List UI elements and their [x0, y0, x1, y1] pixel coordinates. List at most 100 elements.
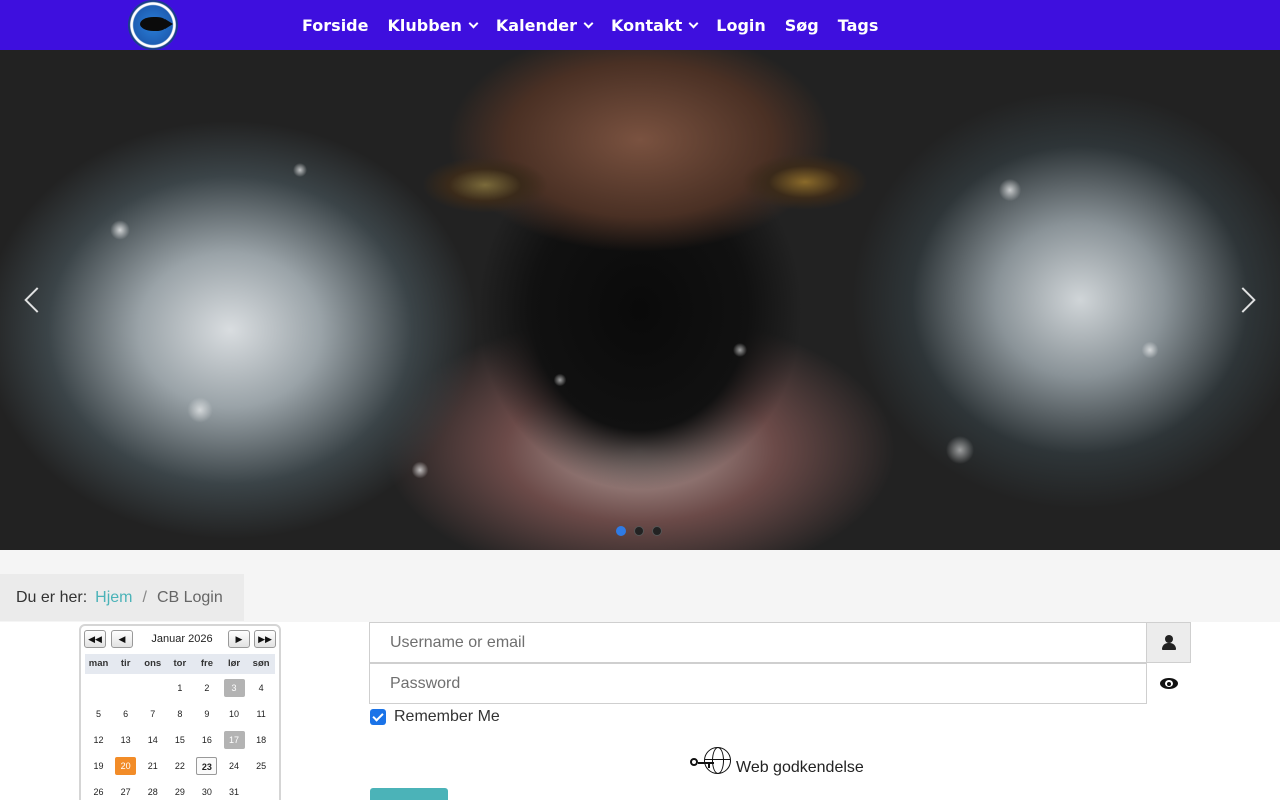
- calendar-day[interactable]: 27: [112, 783, 139, 800]
- carousel-prev-button[interactable]: [18, 286, 50, 314]
- calendar-day-number: 12: [93, 735, 104, 745]
- next-year-button[interactable]: ▶▶: [254, 630, 276, 648]
- nav-item-tags[interactable]: Tags: [838, 16, 879, 35]
- calendar-day[interactable]: 22: [166, 757, 193, 775]
- calendar-day[interactable]: 25: [248, 757, 275, 775]
- login-button[interactable]: LOG IN: [370, 788, 448, 800]
- carousel-indicators: [616, 526, 670, 536]
- remember-me-checkbox[interactable]: [370, 709, 386, 725]
- calendar-day-number: 28: [147, 787, 158, 797]
- carousel-next-button[interactable]: [1230, 286, 1262, 314]
- calendar-day[interactable]: 4: [248, 679, 275, 697]
- calendar-day-number: 20: [115, 757, 137, 775]
- nav-item-login[interactable]: Login: [716, 16, 766, 35]
- calendar-week-row: 1 2 3 4: [85, 675, 275, 701]
- main-nav: Forside Klubben Kalender Kontakt Login S…: [302, 0, 897, 50]
- calendar-day-number: 4: [258, 683, 264, 693]
- web-authentication-label: Web godkendelse: [736, 759, 864, 776]
- weekday-label: ons: [144, 658, 162, 669]
- calendar-day[interactable]: 2: [193, 679, 220, 697]
- nav-label: Tags: [837, 15, 879, 35]
- chevron-right-icon: [1230, 287, 1256, 313]
- calendar-day[interactable]: 29: [166, 783, 193, 800]
- show-password-icon[interactable]: [1159, 675, 1179, 691]
- logo-fish-icon: [140, 17, 173, 31]
- calendar-day[interactable]: 19: [85, 757, 112, 775]
- username-input[interactable]: [369, 622, 1147, 663]
- password-input[interactable]: [369, 663, 1147, 704]
- nav-label: Kontakt: [611, 15, 683, 35]
- calendar-day[interactable]: 17: [220, 731, 247, 749]
- calendar-day[interactable]: 30: [193, 783, 220, 800]
- calendar-day[interactable]: 15: [166, 731, 193, 749]
- hero-carousel: [0, 50, 1280, 550]
- calendar-day[interactable]: 14: [139, 731, 166, 749]
- calendar-day[interactable]: 24: [220, 757, 247, 775]
- calendar-day-number: 9: [204, 709, 210, 719]
- calendar-day[interactable]: 16: [193, 731, 220, 749]
- nav-label: Login: [716, 15, 766, 35]
- breadcrumb-current: CB Login: [156, 588, 223, 606]
- weekday-label: tor: [173, 658, 187, 669]
- calendar-day[interactable]: 28: [139, 783, 166, 800]
- calendar-header: ◀◀ ◀ Januar 2026 ▶ ▶▶: [84, 629, 278, 649]
- calendar-day-number: 6: [123, 709, 129, 719]
- left-icon: ◀: [118, 634, 126, 644]
- calendar-day[interactable]: 13: [112, 731, 139, 749]
- nav-item-sog[interactable]: Søg: [785, 16, 819, 35]
- calendar-day[interactable]: 5: [85, 705, 112, 723]
- calendar-day[interactable]: 9: [193, 705, 220, 723]
- nav-item-klubben[interactable]: Klubben: [387, 15, 479, 35]
- user-icon: [1161, 635, 1176, 650]
- calendar-day[interactable]: 18: [248, 731, 275, 749]
- carousel-dot-2[interactable]: [634, 526, 644, 536]
- calendar-day[interactable]: 20: [112, 757, 139, 775]
- breadcrumb-home-link[interactable]: Hjem: [95, 589, 132, 607]
- remember-me-label: Remember Me: [394, 708, 500, 725]
- breadcrumb-separator: /: [142, 588, 147, 606]
- calendar-day[interactable]: 6: [112, 705, 139, 723]
- calendar-day[interactable]: 21: [139, 757, 166, 775]
- calendar-day-number: 17: [223, 731, 245, 749]
- top-navbar: Forside Klubben Kalender Kontakt Login S…: [0, 0, 1280, 50]
- calendar-day[interactable]: 10: [220, 705, 247, 723]
- chevron-left-icon: [24, 287, 50, 313]
- prev-year-button[interactable]: ◀◀: [84, 630, 106, 648]
- calendar-day-number: 5: [96, 709, 102, 719]
- carousel-dot-3[interactable]: [652, 526, 662, 536]
- calendar-day[interactable]: 1: [166, 679, 193, 697]
- nav-item-forside[interactable]: Forside: [302, 16, 368, 35]
- calendar-day[interactable]: 7: [139, 705, 166, 723]
- calendar-day[interactable]: 26: [85, 783, 112, 800]
- nav-item-kontakt[interactable]: Kontakt: [611, 15, 699, 35]
- carousel-dot-1[interactable]: [616, 526, 626, 536]
- calendar-week-row: 12 13 14 15 16 17 18: [85, 727, 275, 753]
- calendar-day[interactable]: 3: [220, 679, 247, 697]
- nav-item-kalender[interactable]: Kalender: [496, 16, 594, 35]
- calendar-day-number: 18: [256, 735, 267, 745]
- mini-calendar: ◀◀ ◀ Januar 2026 ▶ ▶▶ man tir ons tor fr…: [79, 624, 281, 800]
- calendar-grid: 1 2 3 4 5 6 7 8 9 10 11 12 13 14 15 16 17 18 19 20 21 22 23 24 2…: [85, 675, 275, 800]
- club-logo[interactable]: [128, 0, 178, 50]
- calendar-day-number: 13: [120, 735, 131, 745]
- calendar-weekdays: man tir ons tor fre lør søn: [85, 654, 275, 674]
- calendar-day-number: 21: [147, 761, 158, 771]
- calendar-day-number: 22: [174, 761, 185, 771]
- web-authentication-link[interactable]: Web godkendelse: [690, 747, 864, 777]
- weekday-label: fre: [200, 658, 213, 669]
- chevron-down-icon: [688, 18, 699, 28]
- breadcrumb: Du er her: Hjem / CB Login: [0, 574, 244, 621]
- calendar-day[interactable]: 8: [166, 705, 193, 723]
- calendar-day-number: 25: [256, 761, 267, 771]
- weekday-label: lør: [227, 658, 241, 669]
- calendar-day[interactable]: 23: [193, 757, 220, 775]
- key-globe-icon: [690, 747, 732, 777]
- calendar-day[interactable]: 11: [248, 705, 275, 723]
- calendar-day[interactable]: 12: [85, 731, 112, 749]
- calendar-day[interactable]: 31: [220, 783, 247, 800]
- nav-label: Klubben: [387, 15, 462, 35]
- breadcrumb-lead: Du er her:: [16, 588, 88, 606]
- next-month-button[interactable]: ▶: [228, 630, 250, 648]
- prev-month-button[interactable]: ◀: [111, 630, 133, 648]
- calendar-day-number: 8: [177, 709, 183, 719]
